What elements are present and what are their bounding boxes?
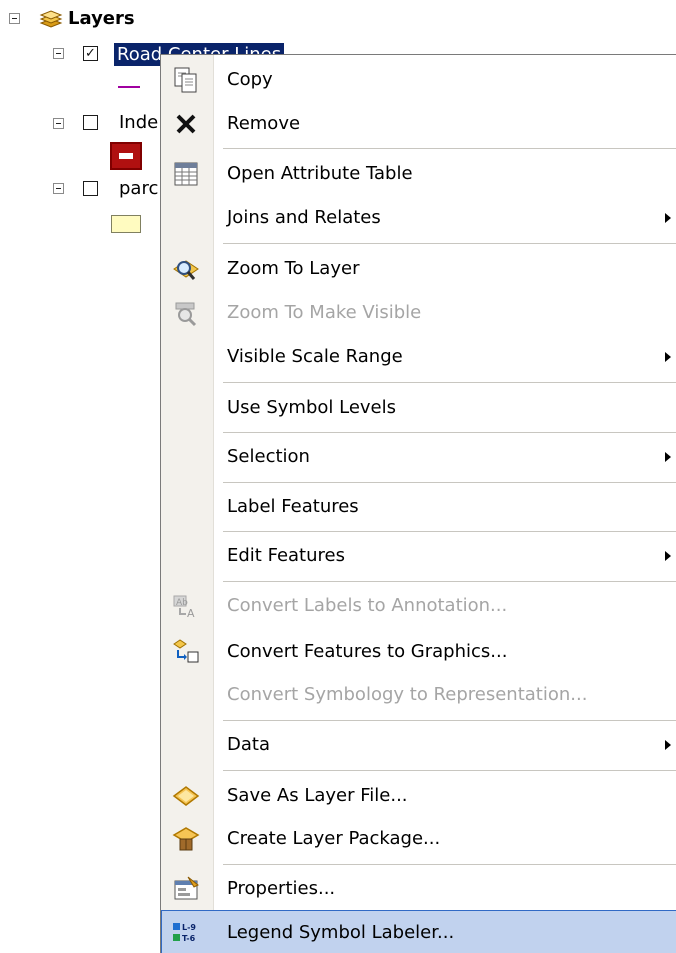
menu-item-convert-labels-to-annotation[interactable]: Ab A Convert Labels to Annotation... [161, 583, 676, 629]
submenu-arrow-icon [665, 352, 671, 362]
copy-icon [172, 66, 200, 94]
menu-label-properties: Properties... [227, 878, 336, 899]
menu-item-label-features[interactable]: Label Features [161, 484, 676, 530]
menu-label-open-attribute-table: Open Attribute Table [227, 163, 413, 184]
menu-separator [223, 531, 676, 532]
convert-labels-icon: Ab A [172, 592, 200, 620]
menu-item-open-attribute-table[interactable]: Open Attribute Table [161, 151, 676, 197]
menu-item-remove[interactable]: Remove [161, 101, 676, 147]
menu-label-copy: Copy [227, 69, 273, 90]
legend-icon-text-2: T-6 [182, 934, 196, 943]
menu-separator [223, 432, 676, 433]
parcel-polygon-symbol[interactable] [111, 215, 141, 233]
menu-label-create-layer-package: Create Layer Package... [227, 828, 441, 849]
layer-package-icon [172, 825, 200, 853]
menu-item-visible-scale-range[interactable]: Visible Scale Range [161, 334, 676, 380]
menu-label-joins-and-relates: Joins and Relates [227, 207, 381, 228]
menu-item-selection[interactable]: Selection [161, 434, 676, 480]
layers-stack-icon [38, 8, 64, 30]
menu-label-zoom-to-layer: Zoom To Layer [227, 258, 360, 279]
menu-label-remove: Remove [227, 113, 301, 134]
menu-separator [223, 864, 676, 865]
menu-label-data: Data [227, 734, 270, 755]
menu-item-save-as-layer-file[interactable]: Save As Layer File... [161, 773, 676, 819]
zoom-visible-icon [172, 299, 200, 327]
menu-item-data[interactable]: Data [161, 722, 676, 768]
menu-separator [223, 770, 676, 771]
remove-icon [172, 110, 200, 138]
arcmap-table-of-contents: Layers ✓ Road Center Lines Inde parc [0, 0, 676, 953]
menu-separator [223, 382, 676, 383]
menu-separator [223, 148, 676, 149]
submenu-arrow-icon [665, 551, 671, 561]
menu-separator [223, 720, 676, 721]
menu-label-convert-features-to-graphics: Convert Features to Graphics... [227, 641, 508, 662]
table-icon [172, 160, 200, 188]
menu-item-edit-features[interactable]: Edit Features [161, 533, 676, 579]
menu-label-convert-symbology-to-representation: Convert Symbology to Representation... [227, 684, 588, 705]
collapse-toggle-road[interactable] [53, 48, 64, 59]
menu-item-create-layer-package[interactable]: Create Layer Package... [161, 816, 676, 862]
menu-label-convert-labels-to-annotation: Convert Labels to Annotation... [227, 595, 508, 616]
convert-features-icon [172, 638, 200, 666]
menu-label-visible-scale-range: Visible Scale Range [227, 346, 403, 367]
menu-label-label-features: Label Features [227, 496, 359, 517]
menu-label-use-symbol-levels: Use Symbol Levels [227, 397, 397, 418]
menu-item-zoom-to-make-visible[interactable]: Zoom To Make Visible [161, 290, 676, 336]
menu-item-properties[interactable]: Properties... [161, 866, 676, 912]
menu-label-zoom-to-make-visible: Zoom To Make Visible [227, 302, 422, 323]
legend-icon-text-1: L-9 [182, 923, 196, 932]
menu-item-joins-and-relates[interactable]: Joins and Relates [161, 195, 676, 241]
collapse-toggle-parcels[interactable] [53, 183, 64, 194]
toc-root-label: Layers [68, 8, 135, 29]
svg-text:A: A [187, 607, 195, 620]
menu-item-copy[interactable]: Copy [161, 57, 676, 103]
collapse-toggle-index[interactable] [53, 118, 64, 129]
menu-label-selection: Selection [227, 446, 310, 467]
menu-item-convert-features-to-graphics[interactable]: Convert Features to Graphics... [161, 629, 676, 675]
layer-context-menu: Copy Remove Open Attribute Table Joins a… [160, 54, 676, 953]
menu-item-legend-symbol-labeler[interactable]: L-9 T-6 Legend Symbol Labeler... [161, 910, 676, 953]
submenu-arrow-icon [665, 740, 671, 750]
road-line-symbol[interactable] [118, 86, 140, 88]
submenu-arrow-icon [665, 213, 671, 223]
visibility-checkbox-road[interactable]: ✓ [83, 46, 98, 61]
menu-separator [223, 243, 676, 244]
menu-separator [223, 482, 676, 483]
menu-item-use-symbol-levels[interactable]: Use Symbol Levels [161, 385, 676, 431]
index-polygon-symbol[interactable] [110, 142, 142, 170]
menu-label-legend-symbol-labeler: Legend Symbol Labeler... [227, 922, 455, 943]
menu-label-edit-features: Edit Features [227, 545, 345, 566]
menu-separator [223, 581, 676, 582]
legend-labeler-icon: L-9 T-6 [172, 919, 200, 947]
menu-label-save-as-layer-file: Save As Layer File... [227, 785, 408, 806]
menu-item-zoom-to-layer[interactable]: Zoom To Layer [161, 246, 676, 292]
menu-item-convert-symbology-to-representation[interactable]: Convert Symbology to Representation... [161, 672, 676, 718]
visibility-checkbox-parcels[interactable] [83, 181, 98, 196]
collapse-toggle-layers[interactable] [9, 13, 20, 24]
visibility-checkbox-index[interactable] [83, 115, 98, 130]
layer-name-index[interactable]: Inde [119, 112, 158, 133]
zoom-to-layer-icon [172, 255, 200, 283]
submenu-arrow-icon [665, 452, 671, 462]
layer-file-icon [172, 782, 200, 810]
layer-name-parcels[interactable]: parc [119, 178, 158, 199]
properties-icon [172, 875, 200, 903]
